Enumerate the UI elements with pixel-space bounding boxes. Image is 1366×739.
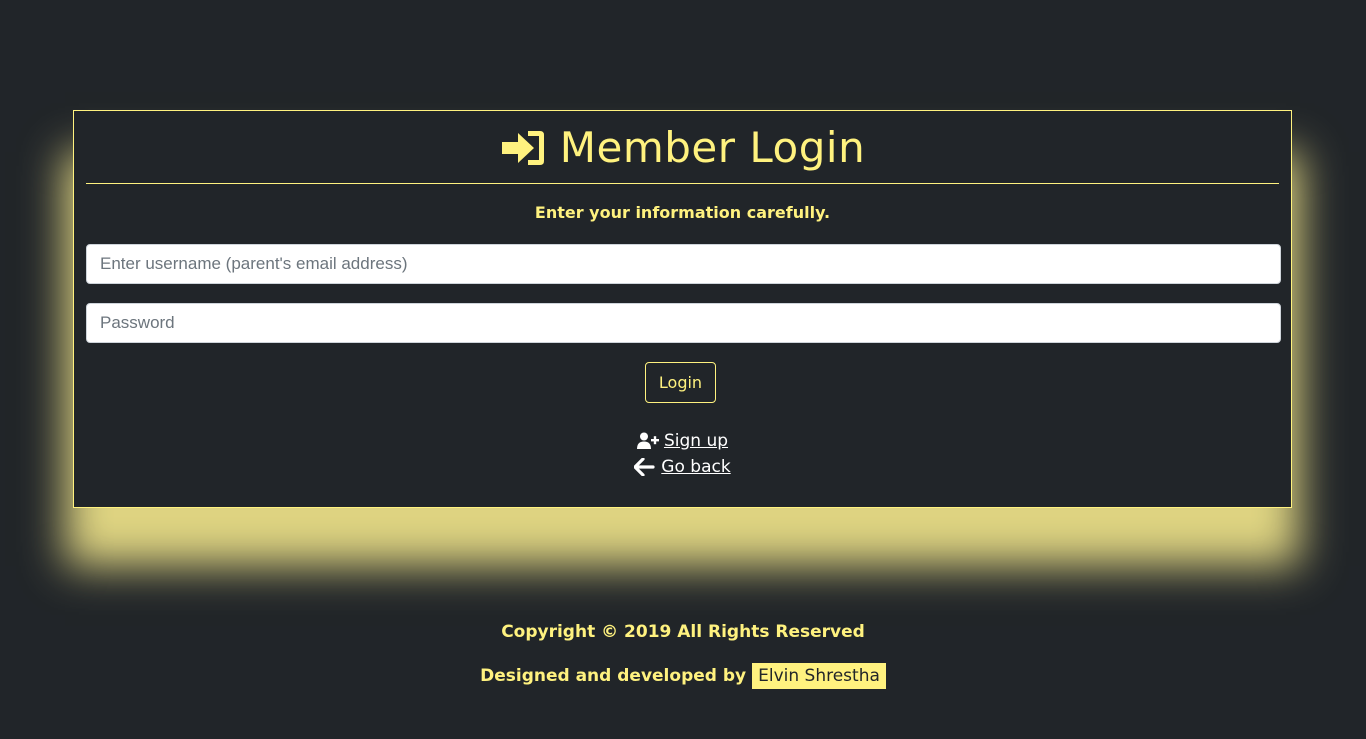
signup-link[interactable]: Sign up [664,431,728,451]
goback-link-row: Go back [74,457,1291,477]
card-header: Member Login [86,111,1279,184]
designer-name-badge: Elvin Shrestha [752,663,886,689]
signup-link-row: Sign up [74,431,1291,451]
arrow-left-icon [634,458,655,476]
page-title: Member Login [559,122,866,172]
footer-credits: Designed and developed by Elvin Shrestha [0,663,1366,689]
sign-in-icon [501,131,544,165]
subtitle: Enter your information carefully. [534,203,831,222]
page: Member Login Enter your information care… [0,0,1366,739]
user-plus-icon [636,432,659,449]
footer-copyright: Copyright © 2019 All Rights Reserved [501,622,865,642]
password-input[interactable] [86,303,1281,343]
login-card: Member Login Enter your information care… [73,110,1292,508]
login-button[interactable]: Login [645,362,716,403]
goback-link[interactable]: Go back [661,457,730,477]
username-input[interactable] [86,244,1281,284]
designed-by-label: Designed and developed by [480,666,747,686]
